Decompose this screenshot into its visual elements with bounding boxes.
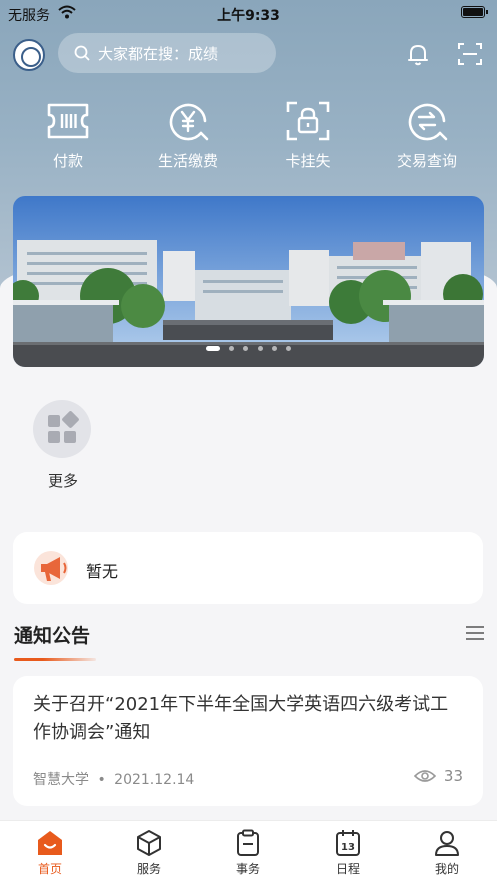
tab-label: 服务 — [136, 862, 161, 876]
tab-schedule[interactable]: 13 日程 — [318, 829, 378, 877]
clock: 上午9:33 — [217, 8, 280, 24]
bell-icon[interactable] — [404, 40, 432, 68]
calendar-icon: 13 — [336, 830, 360, 856]
yen-coin-icon — [169, 103, 209, 141]
announcement-card[interactable]: 关于召开“2021年下半年全国大学英语四六级考试工作协调会”通知 智慧大学 • … — [13, 676, 483, 806]
quick-action-label: 卡挂失 — [285, 152, 331, 170]
section-title: 通知公告 — [14, 625, 91, 647]
quick-actions: 付款 生活缴费 卡挂失 交易查询 — [0, 100, 497, 180]
app-more-label: 更多 — [47, 472, 78, 490]
carousel-indicator — [13, 336, 484, 355]
carousel-dot — [229, 346, 235, 351]
notice-text: 暂无 — [86, 562, 119, 581]
university-logo[interactable] — [13, 39, 45, 71]
carousel-dot — [243, 346, 249, 351]
tab-label: 首页 — [37, 862, 62, 876]
calendar-day-number: 13 — [341, 842, 355, 853]
scan-icon[interactable] — [456, 40, 484, 68]
list-menu-icon[interactable] — [466, 625, 484, 641]
notice-bar[interactable]: 暂无 — [13, 532, 483, 604]
card-lock-icon — [286, 101, 330, 141]
app-more[interactable]: 更多 — [33, 400, 93, 491]
announcement-title: 关于召开“2021年下半年全国大学英语四六级考试工作协调会”通知 — [33, 694, 449, 743]
banner-carousel[interactable] — [13, 196, 484, 367]
battery-icon — [461, 6, 488, 18]
eye-icon — [413, 770, 436, 782]
carousel-dot — [257, 346, 263, 351]
transaction-search-icon — [408, 103, 448, 141]
megaphone-icon — [34, 551, 68, 585]
quick-action-transactions[interactable]: 交易查询 — [377, 100, 477, 171]
tab-services[interactable]: 服务 — [119, 829, 179, 877]
tab-profile[interactable]: 我的 — [417, 829, 477, 877]
section-title-underline — [14, 658, 96, 661]
quick-action-label: 生活缴费 — [157, 152, 218, 170]
tab-label: 事务 — [235, 862, 260, 876]
quick-action-label: 付款 — [52, 152, 83, 170]
search-icon — [74, 45, 90, 61]
tab-label: 日程 — [335, 862, 360, 876]
home-icon — [38, 831, 62, 855]
tab-home[interactable]: 首页 — [20, 829, 80, 877]
payment-card-icon — [47, 103, 89, 139]
quick-action-utilities[interactable]: 生活缴费 — [138, 100, 238, 171]
user-icon — [435, 831, 459, 856]
view-count-value: 33 — [443, 767, 463, 785]
view-count: 33 — [413, 767, 463, 785]
carousel-dot — [271, 346, 277, 351]
status-bar: 无服务 上午9:33 — [0, 0, 497, 26]
search-placeholder: 大家都在搜：成绩 — [98, 44, 219, 63]
quick-action-card-loss[interactable]: 卡挂失 — [258, 100, 358, 171]
quick-action-pay[interactable]: 付款 — [18, 100, 118, 171]
bottom-tab-bar: 首页 服务 事务 13 日程 我的 — [0, 820, 497, 883]
quick-action-label: 交易查询 — [396, 152, 457, 170]
carousel-dot — [285, 346, 291, 351]
announcement-date: 2021.12.14 — [114, 772, 195, 788]
announcement-source: 智慧大学 — [33, 772, 89, 788]
cube-icon — [137, 830, 161, 856]
clipboard-icon — [237, 829, 259, 856]
apps-grid-icon — [33, 400, 91, 458]
tab-label: 我的 — [434, 862, 459, 876]
meta-separator: • — [97, 772, 106, 788]
search-bar[interactable]: 大家都在搜：成绩 — [58, 33, 276, 73]
carousel-dot — [206, 346, 221, 351]
tab-affairs[interactable]: 事务 — [218, 829, 278, 877]
announcement-meta: 智慧大学 • 2021.12.14 — [33, 769, 194, 789]
